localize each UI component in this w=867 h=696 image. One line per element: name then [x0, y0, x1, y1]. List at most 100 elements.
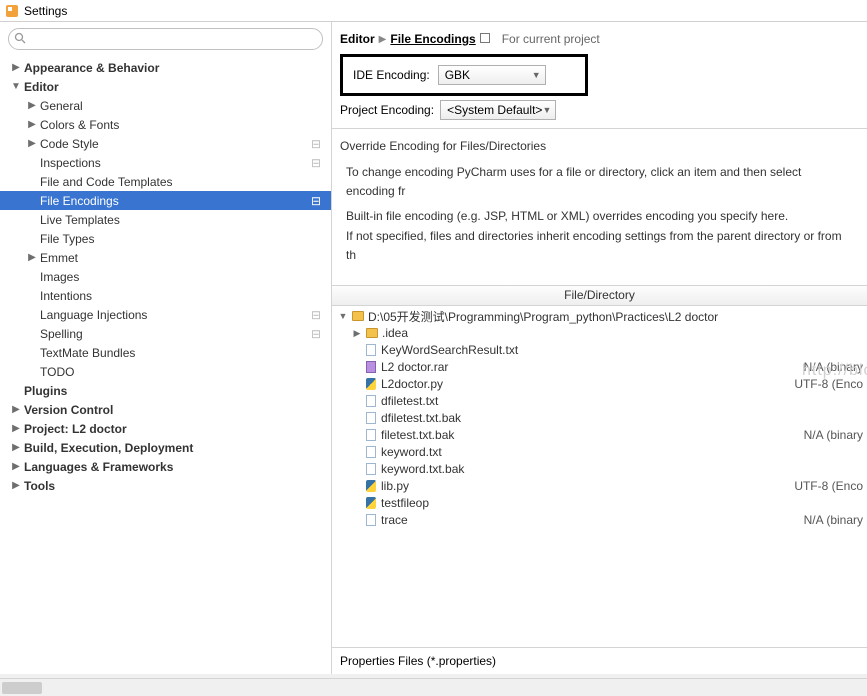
sidebar-item-label: Plugins: [22, 384, 67, 398]
horizontal-scrollbar[interactable]: [0, 678, 867, 696]
file-row[interactable]: L2doctor.pyUTF-8 (Enco: [332, 376, 867, 393]
hint-text: To change encoding PyCharm uses for a fi…: [332, 159, 867, 275]
caret-icon: ▼: [338, 311, 348, 321]
sidebar-item-label: File and Code Templates: [38, 175, 173, 189]
project-encoding-combo[interactable]: <System Default> ▼: [440, 100, 556, 120]
sidebar-item-version-control[interactable]: ▶Version Control: [0, 400, 331, 419]
sidebar-item-emmet[interactable]: ▶Emmet: [0, 248, 331, 267]
file-tree[interactable]: ▼ D:\05开发测试\Programming\Program_python\Pr…: [332, 306, 867, 647]
file-row[interactable]: filetest.txt.bakN/A (binary: [332, 427, 867, 444]
ide-encoding-combo[interactable]: GBK ▼: [438, 65, 546, 85]
sidebar-item-label: Version Control: [22, 403, 113, 417]
text-file-icon: [364, 445, 378, 459]
sidebar-item-label: Spelling: [38, 327, 83, 341]
sidebar-item-plugins[interactable]: Plugins: [0, 381, 331, 400]
sidebar-item-code-style[interactable]: ▶Code Style⊟: [0, 134, 331, 153]
sidebar-item-intentions[interactable]: Intentions: [0, 286, 331, 305]
file-encoding: UTF-8 (Enco: [794, 479, 863, 493]
search-wrap: [0, 22, 331, 56]
sidebar-item-live-templates[interactable]: Live Templates: [0, 210, 331, 229]
chevron-down-icon: ▼: [532, 70, 541, 80]
file-row[interactable]: lib.py UTF-8 (Enco: [332, 478, 867, 495]
sidebar-item-file-and-code-templates[interactable]: File and Code Templates: [0, 172, 331, 191]
chevron-down-icon: ▼: [542, 105, 551, 115]
file-name: testfileop: [381, 496, 429, 510]
project-encoding-label: Project Encoding:: [340, 103, 434, 117]
file-name: D:\05开发测试\Programming\Program_python\Pra…: [368, 308, 718, 325]
sidebar-item-label: Images: [38, 270, 79, 284]
caret-icon: ▶: [26, 252, 38, 263]
text-file-icon: [364, 394, 378, 408]
file-name: L2doctor.py: [381, 377, 443, 391]
file-row[interactable]: traceN/A (binary: [332, 512, 867, 529]
window-title: Settings: [24, 4, 67, 18]
properties-section: Properties Files (*.properties): [332, 647, 867, 674]
project-scope-label: For current project: [502, 32, 600, 46]
main: ▶Appearance & Behavior▼Editor▶General▶Co…: [0, 22, 867, 674]
file-row[interactable]: keyword.txt: [332, 444, 867, 461]
caret-icon: ▼: [10, 81, 22, 92]
python-file-icon: [364, 377, 378, 391]
sidebar-item-label: TextMate Bundles: [38, 346, 135, 360]
app-icon: [4, 3, 20, 19]
sidebar-item-build-execution-deployment[interactable]: ▶Build, Execution, Deployment: [0, 438, 331, 457]
text-file-icon: [364, 343, 378, 357]
file-row[interactable]: keyword.txt.bak: [332, 461, 867, 478]
sidebar-item-tools[interactable]: ▶Tools: [0, 476, 331, 495]
sidebar-item-images[interactable]: Images: [0, 267, 331, 286]
sidebar-item-label: Language Injections: [38, 308, 147, 322]
file-tree-header[interactable]: File/Directory: [332, 286, 867, 306]
ide-encoding-highlight: IDE Encoding: GBK ▼: [340, 54, 588, 96]
file-name: lib.py: [381, 479, 409, 493]
search-input[interactable]: [8, 28, 323, 50]
file-row[interactable]: KeyWordSearchResult.txt: [332, 342, 867, 359]
file-name: keyword.txt.bak: [381, 462, 464, 476]
project-badge-icon: ⊟: [311, 327, 321, 341]
sidebar-item-spelling[interactable]: Spelling ⊟: [0, 324, 331, 343]
file-encoding: N/A (binary: [804, 360, 863, 374]
file-name: dfiletest.txt: [381, 394, 438, 408]
sidebar-item-editor[interactable]: ▼Editor: [0, 77, 331, 96]
sidebar-item-general[interactable]: ▶General: [0, 96, 331, 115]
settings-tree[interactable]: ▶Appearance & Behavior▼Editor▶General▶Co…: [0, 56, 331, 674]
sidebar-item-file-types[interactable]: File Types: [0, 229, 331, 248]
project-encoding-row: Project Encoding: <System Default> ▼: [332, 96, 867, 129]
caret-icon: ▶: [10, 442, 22, 453]
override-label: Override Encoding for Files/Directories: [332, 129, 867, 159]
file-name: trace: [381, 513, 408, 527]
file-name: dfiletest.txt.bak: [381, 411, 461, 425]
file-name: L2 doctor.rar: [381, 360, 448, 374]
project-badge-icon: ⊟: [311, 308, 321, 322]
file-row[interactable]: L2 doctor.rar N/A (binary: [332, 359, 867, 376]
sidebar-item-language-injections[interactable]: Language Injections ⊟: [0, 305, 331, 324]
sidebar-item-todo[interactable]: TODO: [0, 362, 331, 381]
scrollbar-thumb[interactable]: [2, 682, 42, 694]
file-row[interactable]: testfileop: [332, 495, 867, 512]
file-row[interactable]: dfiletest.txt: [332, 393, 867, 410]
sidebar-item-appearance-behavior[interactable]: ▶Appearance & Behavior: [0, 58, 331, 77]
sidebar-item-languages-frameworks[interactable]: ▶Languages & Frameworks: [0, 457, 331, 476]
sidebar-item-label: Emmet: [38, 251, 78, 265]
file-tree-root[interactable]: ▼ D:\05开发测试\Programming\Program_python\Pr…: [332, 308, 867, 325]
caret-icon: ▶: [10, 461, 22, 472]
sidebar-item-file-encodings[interactable]: File Encodings⊟: [0, 191, 331, 210]
sidebar-item-label: Editor: [22, 80, 59, 94]
project-badge-icon: ⊟: [311, 137, 321, 151]
file-row[interactable]: ▶.idea: [332, 325, 867, 342]
file-name: .idea: [382, 326, 408, 340]
sidebar-item-label: Appearance & Behavior: [22, 61, 159, 75]
sidebar-item-inspections[interactable]: Inspections⊟: [0, 153, 331, 172]
file-row[interactable]: dfiletest.txt.bak: [332, 410, 867, 427]
project-badge-icon: ⊟: [311, 156, 321, 170]
python-file-icon: [364, 496, 378, 510]
sidebar-item-label: TODO: [38, 365, 74, 379]
sidebar-item-label: Languages & Frameworks: [22, 460, 173, 474]
sidebar-item-colors-fonts[interactable]: ▶Colors & Fonts: [0, 115, 331, 134]
hint-3: If not specified, files and directories …: [346, 227, 853, 265]
project-encoding-value: <System Default>: [447, 103, 542, 117]
hint-1: To change encoding PyCharm uses for a fi…: [346, 163, 853, 201]
sidebar-item-label: Intentions: [38, 289, 92, 303]
project-badge-icon: ⊟: [311, 194, 321, 208]
sidebar-item-project-l2-doctor[interactable]: ▶Project: L2 doctor: [0, 419, 331, 438]
sidebar-item-textmate-bundles[interactable]: TextMate Bundles: [0, 343, 331, 362]
